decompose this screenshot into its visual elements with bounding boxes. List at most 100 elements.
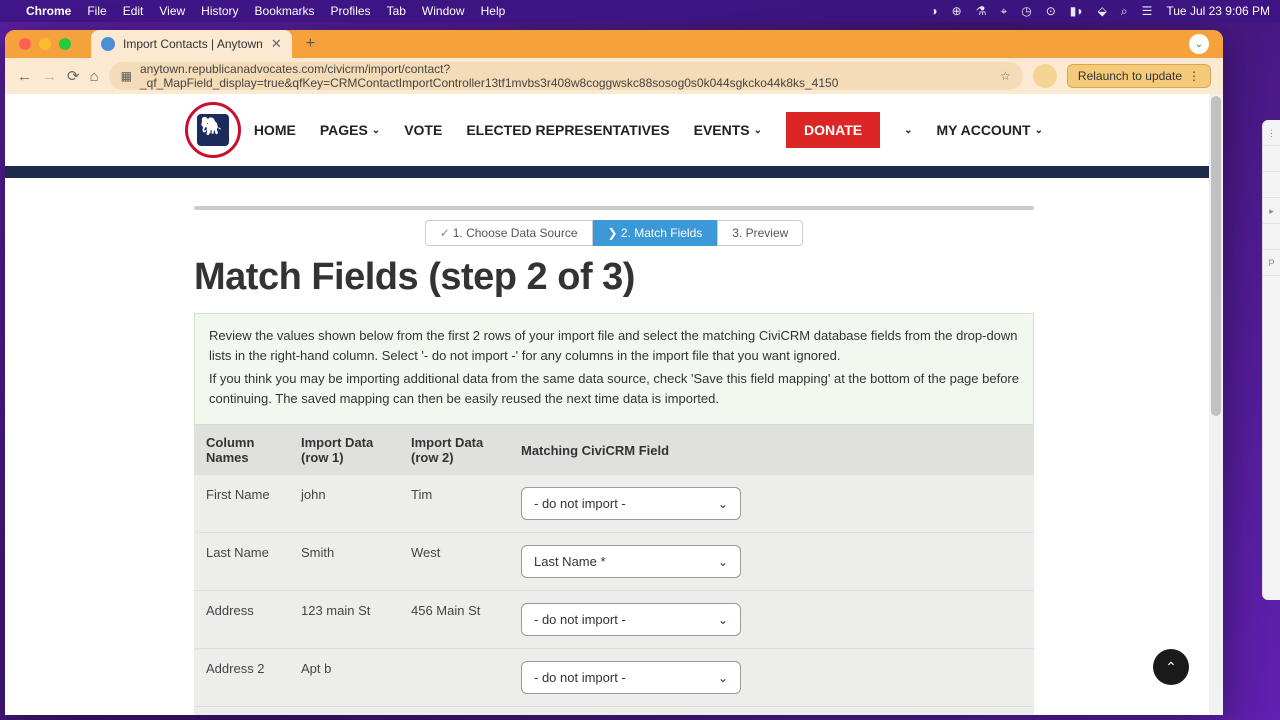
app-name[interactable]: Chrome (26, 4, 71, 18)
menu-history[interactable]: History (201, 4, 238, 18)
site-logo[interactable] (185, 102, 241, 158)
address-bar[interactable]: ▦ anytown.republicanadvocates.com/civicr… (109, 62, 1023, 90)
wizard-step-3[interactable]: 3. Preview (717, 220, 803, 246)
check-icon: ✓ (440, 226, 450, 240)
cell-column-name: City (194, 707, 289, 716)
chevron-down-icon: ⌄ (718, 555, 728, 569)
select-value: - do not import - (534, 612, 626, 627)
close-tab-button[interactable]: ✕ (271, 36, 282, 52)
status-icon[interactable]: ⚗ (976, 4, 987, 18)
bluetooth-icon[interactable]: ⌖ (1000, 4, 1007, 19)
menu-help[interactable]: Help (481, 4, 506, 18)
collapsed-side-panel[interactable]: ⋮▸P (1262, 120, 1280, 600)
site-info-icon[interactable]: ▦ (121, 69, 132, 83)
chevron-down-icon: ⌄ (718, 671, 728, 685)
menu-profiles[interactable]: Profiles (331, 4, 371, 18)
control-center-icon[interactable]: ☰ (1142, 4, 1153, 18)
scrollbar[interactable] (1209, 94, 1223, 715)
scrollbar-thumb[interactable] (1211, 96, 1221, 416)
wizard-step-2[interactable]: ❯ 2. Match Fields (593, 220, 718, 246)
help-text-1: Review the values shown below from the f… (209, 326, 1019, 365)
chrome-tab-strip: Import Contacts | Anytown ✕ + ⌄ (5, 30, 1223, 58)
mapping-select[interactable]: - do not import -⌄ (521, 661, 741, 694)
macos-menubar: Chrome File Edit View History Bookmarks … (0, 0, 1280, 22)
status-icon[interactable]: ◑ (930, 4, 937, 18)
close-window-button[interactable] (19, 38, 31, 50)
nav-account[interactable]: MY ACCOUNT⌄ (936, 122, 1043, 138)
bookmark-star-icon[interactable]: ☆ (1000, 69, 1011, 83)
tab-title: Import Contacts | Anytown (123, 37, 263, 51)
nav-elected[interactable]: ELECTED REPRESENTATIVES (466, 122, 669, 138)
cell-row2: West (399, 533, 509, 591)
mapping-select[interactable]: - do not import -⌄ (521, 603, 741, 636)
new-tab-button[interactable]: + (306, 35, 315, 53)
menu-view[interactable]: View (159, 4, 185, 18)
menu-bookmarks[interactable]: Bookmarks (255, 4, 315, 18)
wifi-icon[interactable]: ⬙ (1098, 4, 1107, 18)
chrome-toolbar: ← → ⟳ ⌂ ▦ anytown.republicanadvocates.co… (5, 58, 1223, 94)
th-row1: Import Data (row 1) (289, 425, 399, 475)
cell-row2: 456 Main St (399, 591, 509, 649)
wizard-steps: ✓1. Choose Data Source ❯ 2. Match Fields… (194, 220, 1034, 246)
relaunch-button[interactable]: Relaunch to update ⋮ (1067, 64, 1211, 88)
donate-button[interactable]: DONATE (786, 112, 880, 148)
cell-mapping: - do not import -⌄ (509, 591, 1034, 649)
select-value: - do not import - (534, 496, 626, 511)
clock-icon[interactable]: ◷ (1021, 4, 1031, 18)
scroll-top-button[interactable]: ⌃ (1153, 649, 1189, 685)
table-row: First Name john Tim - do not import -⌄ (194, 475, 1034, 533)
wizard-step-1[interactable]: ✓1. Choose Data Source (425, 220, 593, 246)
reload-button[interactable]: ⟳ (67, 67, 80, 85)
cell-column-name: Last Name (194, 533, 289, 591)
cell-row2: Norfolk (399, 707, 509, 716)
minimize-window-button[interactable] (39, 38, 51, 50)
th-matching: Matching CiviCRM Field (509, 425, 1034, 475)
maximize-window-button[interactable] (59, 38, 71, 50)
mapping-select[interactable]: Last Name * ⌄ (521, 545, 741, 578)
battery-icon[interactable]: ▮◗ (1070, 4, 1084, 18)
nav-home[interactable]: HOME (254, 122, 296, 138)
cell-row2 (399, 649, 509, 707)
status-icon[interactable]: ⊕ (952, 4, 962, 18)
help-panel: Review the values shown below from the f… (194, 313, 1034, 425)
chevron-down-icon: ⌄ (372, 125, 380, 136)
menu-edit[interactable]: Edit (123, 4, 144, 18)
more-icon: ⋮ (1188, 69, 1200, 83)
menu-file[interactable]: File (87, 4, 106, 18)
select-value: Last Name * (534, 554, 606, 569)
cell-column-name: Address (194, 591, 289, 649)
th-row2: Import Data (row 2) (399, 425, 509, 475)
chevron-down-icon: ⌄ (1035, 125, 1043, 136)
home-button[interactable]: ⌂ (90, 68, 99, 85)
nav-pages[interactable]: PAGES⌄ (320, 122, 380, 138)
cell-mapping: - do not import -⌄ (509, 649, 1034, 707)
menu-window[interactable]: Window (422, 4, 465, 18)
profile-avatar[interactable] (1033, 64, 1057, 88)
browser-tab[interactable]: Import Contacts | Anytown ✕ (91, 30, 292, 58)
menubar-datetime[interactable]: Tue Jul 23 9:06 PM (1166, 4, 1270, 18)
nav-vote[interactable]: VOTE (404, 122, 442, 138)
forward-button[interactable]: → (42, 68, 57, 85)
cell-mapping: - do not import - ⌄ (509, 475, 1034, 533)
nav-events[interactable]: EVENTS⌄ (694, 122, 762, 138)
chevron-down-icon: ⌄ (754, 125, 762, 136)
search-icon[interactable]: ⌕ (1121, 4, 1128, 19)
header-divider (5, 166, 1223, 178)
cell-row2: Tim (399, 475, 509, 533)
table-row: Address 123 main St 456 Main St - do not… (194, 591, 1034, 649)
cell-row1: Apt b (289, 649, 399, 707)
cell-column-name: First Name (194, 475, 289, 533)
cell-column-name: Address 2 (194, 649, 289, 707)
page-viewport: HOME PAGES⌄ VOTE ELECTED REPRESENTATIVES… (5, 94, 1223, 715)
back-button[interactable]: ← (17, 68, 32, 85)
chevron-down-icon: ⌄ (718, 497, 728, 511)
relaunch-label: Relaunch to update (1078, 69, 1182, 83)
tab-overflow-button[interactable]: ⌄ (1189, 34, 1209, 54)
chevron-up-icon: ⌃ (1165, 659, 1177, 676)
field-mapping-table: Column Names Import Data (row 1) Import … (194, 425, 1034, 715)
mapping-select[interactable]: - do not import - ⌄ (521, 487, 741, 520)
menu-tab[interactable]: Tab (387, 4, 406, 18)
table-row: Address 2 Apt b - do not import -⌄ (194, 649, 1034, 707)
status-icon[interactable]: ⊙ (1046, 4, 1056, 18)
page-title: Match Fields (step 2 of 3) (194, 256, 1034, 299)
